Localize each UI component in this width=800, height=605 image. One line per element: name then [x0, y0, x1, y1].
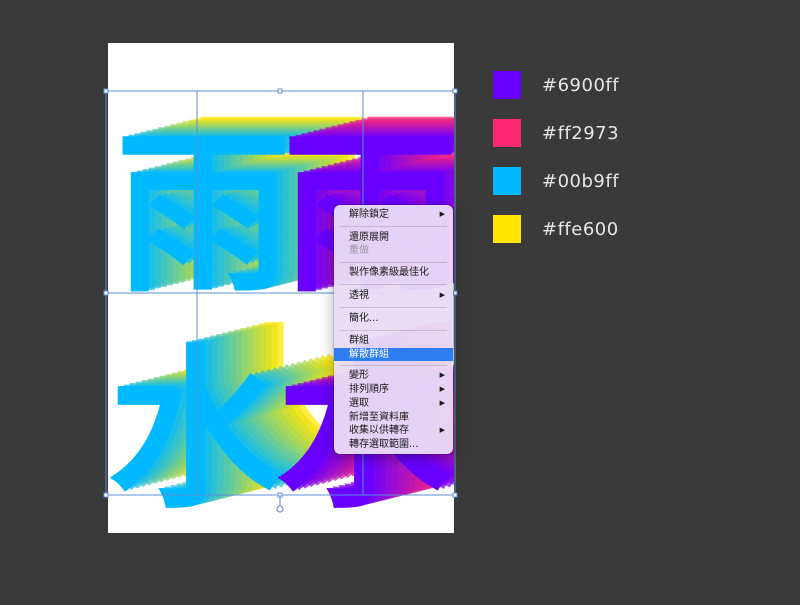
swatch-label: #ffe600 [542, 218, 619, 240]
submenu-arrow-icon: ▶ [439, 426, 445, 434]
swatch-chip [493, 119, 521, 147]
menu-item-unlock[interactable]: 解除鎖定 ▶ [334, 208, 453, 221]
menu-separator [340, 226, 447, 227]
menu-item-label: 選取 [349, 398, 369, 409]
menu-item-label: 變形 [349, 370, 369, 381]
swatch-label: #00b9ff [542, 170, 620, 192]
menu-item-undo[interactable]: 還原展開 [334, 231, 453, 244]
swatch-label: #ff2973 [542, 122, 620, 144]
menu-item-label: 還原展開 [349, 232, 389, 243]
menu-item-label: 新增至資料庫 [349, 412, 409, 423]
menu-separator [340, 307, 447, 308]
swatch-label: #6900ff [542, 74, 620, 96]
menu-separator [340, 284, 447, 285]
menu-item-export-selection[interactable]: 轉存選取範圍... [334, 438, 453, 451]
menu-item-redo: 重做 [334, 244, 453, 257]
menu-item-transform[interactable]: 變形 ▶ [334, 369, 453, 382]
menu-item-group[interactable]: 群組 [334, 334, 453, 347]
glyph-front: 水 [108, 330, 284, 533]
menu-item-label: 群組 [349, 335, 369, 346]
swatch-pink: #ff2973 [493, 119, 619, 147]
submenu-arrow-icon: ▶ [439, 399, 445, 407]
menu-item-label: 簡化... [349, 313, 379, 324]
menu-item-ungroup[interactable]: 解散群組 [334, 348, 453, 361]
menu-item-label: 解除鎖定 [349, 209, 389, 220]
menu-separator [340, 262, 447, 263]
menu-item-label: 重做 [349, 245, 369, 256]
menu-item-select[interactable]: 選取 ▶ [334, 397, 453, 410]
menu-item-label: 解散群組 [349, 349, 389, 360]
swatch-chip [493, 71, 521, 99]
menu-separator [340, 330, 447, 331]
menu-item-collect-for-export[interactable]: 收集以供轉存 ▶ [334, 424, 453, 437]
submenu-arrow-icon: ▶ [439, 210, 445, 218]
submenu-arrow-icon: ▶ [439, 291, 445, 299]
menu-item-label: 製作像素級最佳化 [349, 267, 429, 278]
menu-item-label: 透視 [349, 290, 369, 301]
context-menu: 解除鎖定 ▶ 還原展開 重做 製作像素級最佳化 透視 ▶ 簡化... 群組 解散… [334, 205, 453, 454]
menu-item-add-to-library[interactable]: 新增至資料庫 [334, 411, 453, 424]
submenu-arrow-icon: ▶ [439, 385, 445, 393]
menu-item-label: 轉存選取範圍... [349, 439, 419, 450]
menu-item-label: 收集以供轉存 [349, 425, 409, 436]
swatch-purple: #6900ff [493, 71, 619, 99]
submenu-arrow-icon: ▶ [439, 371, 445, 379]
menu-item-label: 排列順序 [349, 384, 389, 395]
menu-separator [340, 365, 447, 366]
glyph-front: 雨 [116, 114, 291, 317]
swatch-chip [493, 167, 521, 195]
swatch-yellow: #ffe600 [493, 215, 619, 243]
menu-item-simplify[interactable]: 簡化... [334, 312, 453, 325]
swatch-blue: #00b9ff [493, 167, 619, 195]
menu-item-arrange[interactable]: 排列順序 ▶ [334, 383, 453, 396]
swatch-chip [493, 215, 521, 243]
menu-item-perspective[interactable]: 透視 ▶ [334, 289, 453, 302]
menu-item-pixel-perfect[interactable]: 製作像素級最佳化 [334, 266, 453, 279]
